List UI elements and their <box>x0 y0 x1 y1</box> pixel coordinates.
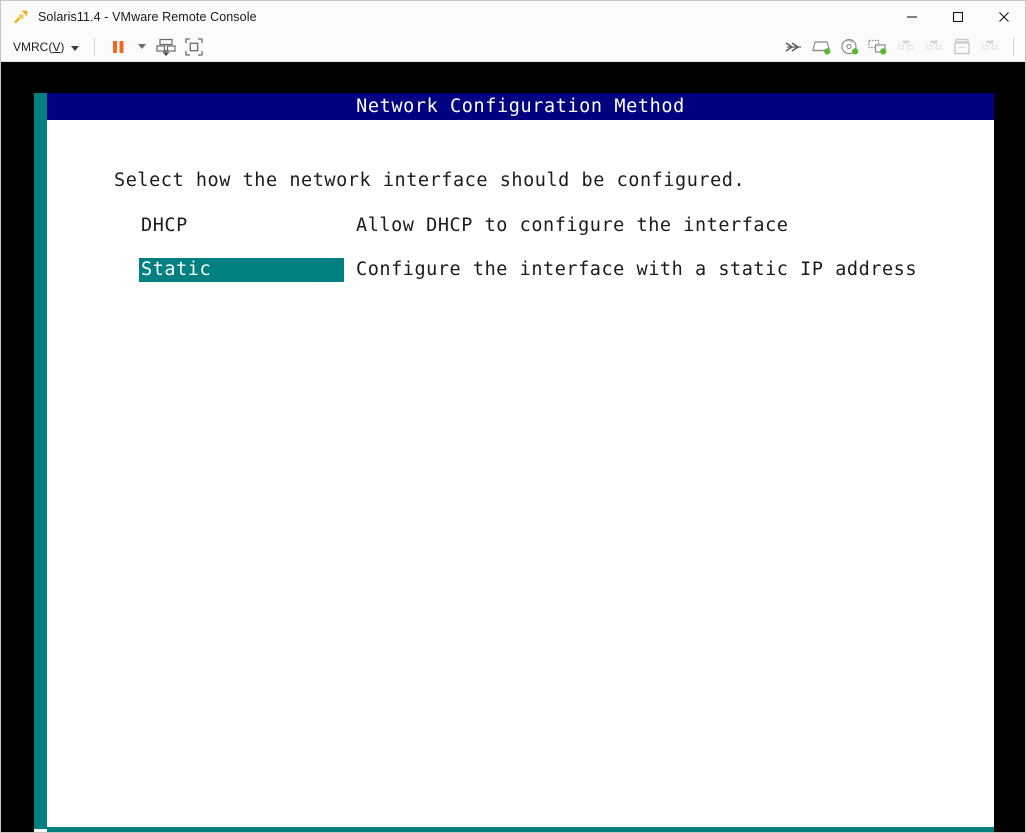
maximize-button[interactable] <box>935 1 981 32</box>
console-content-panel: Network Configuration Method Select how … <box>47 93 994 827</box>
vmrc-menu-button[interactable]: VMRC(V) <box>1 35 85 59</box>
text-cursor <box>34 829 47 832</box>
send-ctrl-alt-del-button[interactable] <box>153 35 179 59</box>
vmware-remote-console-window: Solaris11.4 - VMware Remote Console VMRC… <box>0 0 1026 833</box>
usb-device-icon <box>980 39 1000 55</box>
vmrc-menu-accel-key: V <box>52 39 61 54</box>
toolbar-right-group <box>780 32 1023 62</box>
option-description-static: Configure the interface with a static IP… <box>356 259 918 280</box>
option-row-dhcp[interactable]: DHCP Allow DHCP to configure the interfa… <box>47 214 994 240</box>
option-row-static[interactable]: Static Configure the interface with a st… <box>47 258 994 284</box>
toolbar: VMRC(V) <box>1 32 1025 62</box>
minimize-button[interactable] <box>889 1 935 32</box>
vmrc-menu-label: VMRC <box>13 39 49 54</box>
usb-device-3-button <box>977 35 1003 59</box>
toolbar-divider <box>94 37 96 56</box>
usb-device-2-button <box>921 35 947 59</box>
vmware-remote-console-icon <box>13 9 29 25</box>
function-key-bar: F2_Continue F3_Back F6_Help F9_Quit <box>34 827 994 832</box>
vm-screen[interactable]: Network Configuration Method Select how … <box>1 62 1025 832</box>
usb-device-icon <box>924 39 944 55</box>
pause-icon <box>110 39 126 55</box>
function-key-labels[interactable]: F2_Continue F3_Back F6_Help F9_Quit <box>56 827 500 832</box>
vmrc-menu-accel-close: ) <box>60 39 65 54</box>
hard-disk-icon <box>812 38 832 56</box>
chevron-down-icon <box>71 40 80 54</box>
hard-disk-device-button[interactable] <box>809 35 835 59</box>
fullscreen-button[interactable] <box>181 35 207 59</box>
cd-dvd-icon <box>840 38 860 56</box>
title-bar: Solaris11.4 - VMware Remote Console <box>1 1 1025 32</box>
toolbar-left-group: VMRC(V) <box>1 32 208 62</box>
usb-device-icon <box>896 39 916 55</box>
option-description-dhcp: Allow DHCP to configure the interface <box>356 215 789 236</box>
network-adapter-device-button[interactable] <box>865 35 891 59</box>
option-label-dhcp[interactable]: DHCP <box>139 214 192 238</box>
prompt-text: Select how the network interface should … <box>114 170 746 191</box>
network-adapter-icon <box>868 38 888 56</box>
cd-dvd-device-button[interactable] <box>837 35 863 59</box>
window-controls <box>889 1 1025 32</box>
power-dropdown-button[interactable] <box>133 35 151 59</box>
window-title: Solaris11.4 - VMware Remote Console <box>38 9 257 24</box>
printer-device-button <box>949 35 975 59</box>
close-button[interactable] <box>981 1 1025 32</box>
page-title: Network Configuration Method <box>47 93 994 120</box>
toolbar-divider <box>1013 38 1014 56</box>
pause-button[interactable] <box>105 35 131 59</box>
solaris-installer-console: Network Configuration Method Select how … <box>34 93 994 832</box>
send-keys-icon <box>156 38 176 56</box>
fullscreen-icon <box>185 37 204 56</box>
send-keystroke-button[interactable] <box>781 35 807 59</box>
chevron-down-icon <box>138 44 147 49</box>
double-chevron-right-icon <box>785 40 803 54</box>
printer-icon <box>952 38 972 56</box>
option-label-static[interactable]: Static <box>139 258 344 282</box>
usb-device-1-button <box>893 35 919 59</box>
